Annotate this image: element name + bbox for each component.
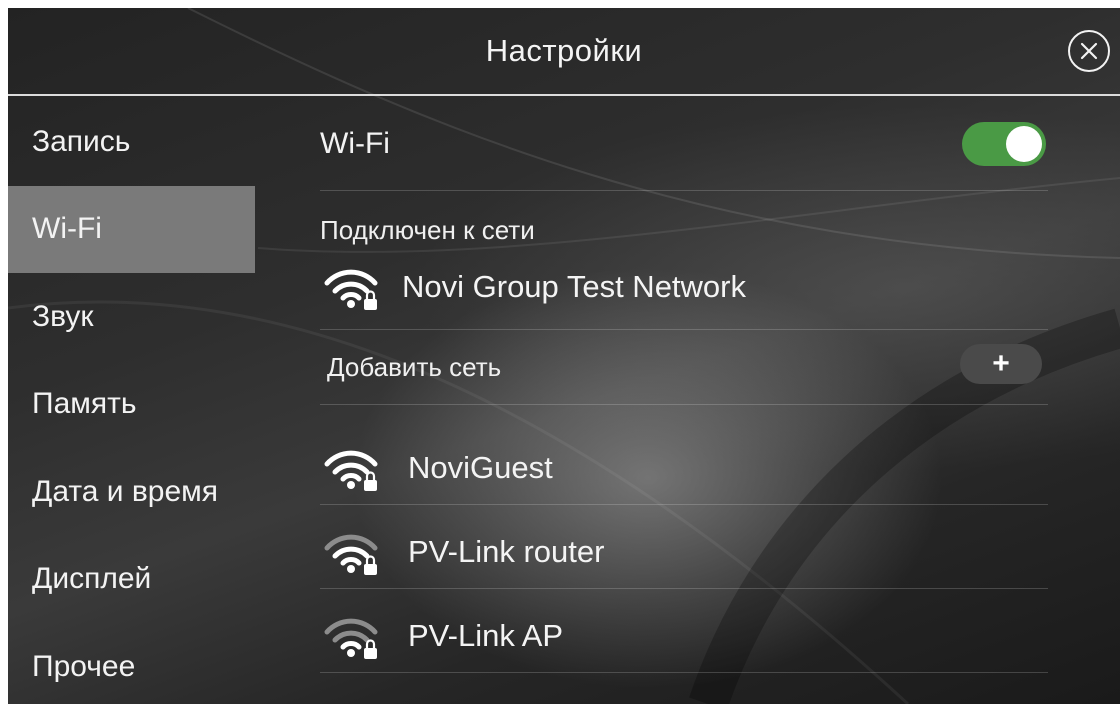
wifi-lock-icon [324, 618, 378, 659]
wifi-toggle-row: Wi-Fi [320, 98, 1048, 191]
sidebar-item-sound[interactable]: Звук [8, 273, 255, 361]
sidebar-item-label: Wi-Fi [32, 212, 102, 246]
connected-network-row: Подключен к сети Novi Group Test Network [320, 191, 1048, 330]
network-name: PV-Link router [408, 534, 605, 569]
sidebar-item-label: Звук [32, 299, 94, 333]
connected-network[interactable]: Novi Group Test Network [324, 263, 746, 311]
sidebar-item-label: Память [32, 387, 137, 421]
wifi-toggle-switch[interactable] [962, 122, 1046, 166]
sidebar-item-memory[interactable]: Память [8, 361, 255, 449]
add-network-caption: Добавить сеть [327, 352, 502, 382]
close-button[interactable] [1068, 30, 1110, 72]
add-network-button[interactable]: + [960, 344, 1042, 384]
connected-network-name: Novi Group Test Network [402, 269, 746, 304]
close-icon [1080, 42, 1098, 60]
sidebar-item-datetime[interactable]: Дата и время [8, 448, 255, 536]
wifi-lock-icon [324, 450, 378, 491]
sidebar-item-wifi[interactable]: Wi-Fi [8, 185, 255, 273]
sidebar-item-label: Прочее [32, 649, 136, 683]
header-bar: Настройки [8, 8, 1120, 96]
page-title: Настройки [485, 33, 643, 68]
settings-screen: Настройки Запись Wi-Fi Звук Память Дата … [8, 8, 1120, 704]
sidebar-item-recording[interactable]: Запись [8, 98, 255, 186]
wifi-settings-panel: Wi-Fi Подключен к сети Novi Group Test N… [320, 98, 1048, 673]
sidebar-item-label: Дата и время [32, 474, 219, 508]
wifi-lock-icon [324, 269, 378, 310]
wifi-toggle-label: Wi-Fi [320, 127, 390, 160]
network-item-noviguest[interactable]: NoviGuest [320, 405, 1048, 505]
sidebar-item-label: Запись [32, 124, 131, 158]
sidebar-item-display[interactable]: Дисплей [8, 536, 255, 624]
wifi-lock-icon [324, 534, 378, 575]
settings-sidebar: Запись Wi-Fi Звук Память Дата и время Ди… [8, 98, 255, 704]
toggle-knob [1006, 126, 1042, 162]
add-network-row: Добавить сеть + [320, 330, 1048, 405]
network-item-pv-link-ap[interactable]: PV-Link AP [320, 589, 1048, 673]
sidebar-item-other[interactable]: Прочее [8, 623, 255, 704]
network-name: NoviGuest [408, 450, 553, 485]
network-name: PV-Link AP [408, 618, 564, 653]
sidebar-item-label: Дисплей [32, 562, 152, 596]
network-item-pv-link-router[interactable]: PV-Link router [320, 505, 1048, 589]
available-networks-list: NoviGuest PV-Link router PV-Link AP [320, 405, 1048, 673]
connected-caption: Подключен к сети [320, 215, 535, 245]
plus-icon: + [992, 347, 1010, 380]
